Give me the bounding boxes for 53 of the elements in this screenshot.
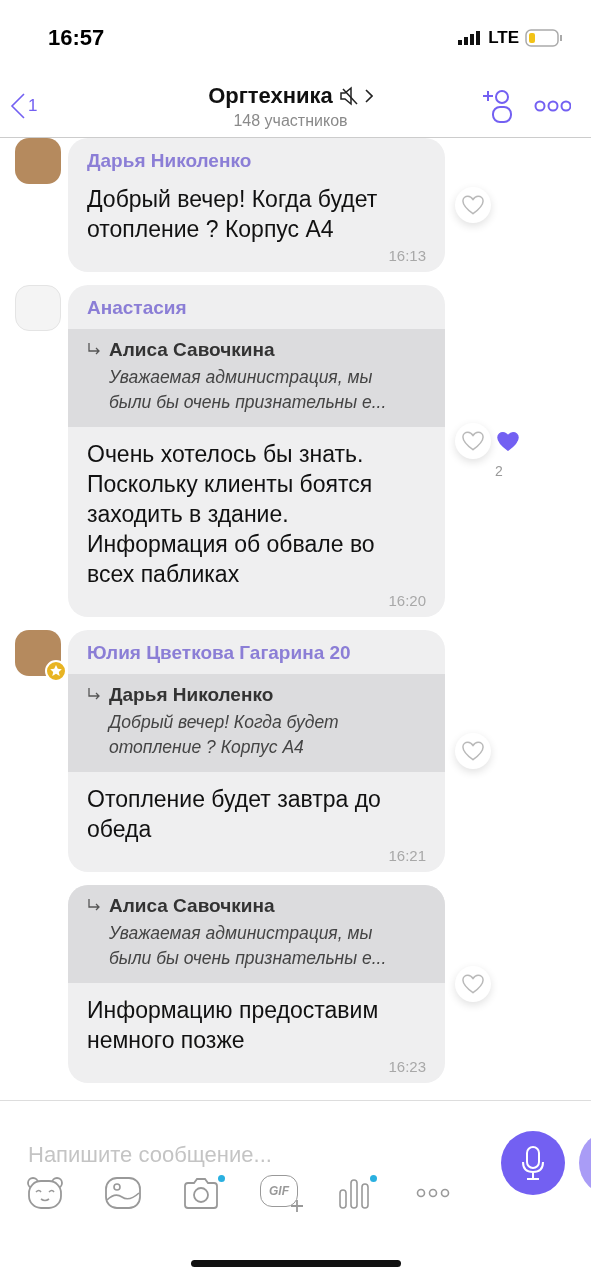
message-input[interactable]: Напишите сообщение... (28, 1136, 428, 1174)
participant-count: 148 участников (233, 111, 348, 130)
status-time: 16:57 (48, 24, 105, 51)
sender-name[interactable]: Анастасия (68, 285, 445, 319)
sender-name[interactable]: Юлия Цветкова Гагарина 20 (68, 630, 445, 664)
quoted-text: Уважаемая администрация, мы были бы очень признательны е... (109, 922, 388, 970)
chat-title[interactable]: Оргтехника (208, 82, 333, 109)
back-chevron-icon (10, 92, 26, 120)
add-participant-icon[interactable] (481, 88, 513, 124)
quoted-author: Дарья Николенко (109, 684, 275, 706)
quoted-reply[interactable]: Дарья Николенко Добрый вечер! Когда будет отопление ? Корпус А4 (68, 674, 445, 772)
quoted-reply[interactable]: Алиса Савочкина Уважаемая администрация, мы были бы очень признательны е... (68, 329, 445, 427)
heart-outline-icon (462, 194, 484, 216)
back-button[interactable]: 1 (10, 92, 100, 120)
quoted-author: Алиса Савочкина (109, 895, 276, 917)
gallery-icon[interactable] (104, 1176, 142, 1210)
message-time: 16:20 (387, 591, 427, 609)
message-text: Добрый вечер! Когда будет отопление ? Корпус А4 (86, 185, 379, 244)
like-count: 2 (495, 463, 503, 479)
network-label: LTE (488, 27, 519, 48)
quoted-text: Добрый вечер! Когда будет отопление ? Корпус А4 (109, 711, 340, 759)
quoted-text: Уважаемая администрация, мы были бы очень признательны е... (109, 366, 388, 414)
like-button[interactable] (455, 423, 491, 459)
more-icon[interactable] (534, 100, 571, 112)
message-text: Очень хотелось бы знать. Поскольку клиенты боятся заходить в здание. Информация об обвале во всех пабликах (86, 440, 376, 589)
battery-icon (525, 28, 563, 47)
like-button[interactable] (455, 733, 491, 769)
message-time: 16:23 (387, 1057, 427, 1075)
chevron-icon[interactable] (364, 88, 373, 103)
reply-arrow-icon (87, 687, 101, 701)
heart-outline-icon (462, 740, 484, 762)
reply-arrow-icon (87, 898, 101, 912)
message-text: Информацию предоставим немного позже (86, 996, 380, 1055)
avatar-photo[interactable] (15, 138, 61, 184)
message-text: Отопление будет завтра до обеда (86, 785, 382, 844)
message-time: 16:13 (387, 246, 427, 264)
heart-outline-icon (462, 973, 484, 995)
plus-icon (290, 1199, 304, 1213)
heart-outline-icon (462, 430, 484, 452)
avatar-photo[interactable] (15, 630, 61, 676)
more-icon[interactable] (416, 1187, 450, 1199)
sender-name[interactable]: Дарья Николенко (68, 138, 445, 172)
quoted-reply[interactable]: Алиса Савочкина Уважаемая администрация, мы были бы очень признательны е... (68, 885, 445, 983)
like-button[interactable] (455, 966, 491, 1002)
sticker-icon[interactable] (26, 1176, 64, 1210)
camera-icon[interactable] (182, 1176, 220, 1210)
message-time: 16:21 (387, 846, 427, 864)
quoted-author: Алиса Савочкина (109, 339, 276, 361)
reply-arrow-icon (87, 342, 101, 356)
voice-message-icon[interactable] (338, 1176, 372, 1210)
microphone-icon (520, 1145, 546, 1181)
like-button[interactable] (455, 187, 491, 223)
signal-icon (458, 30, 483, 45)
